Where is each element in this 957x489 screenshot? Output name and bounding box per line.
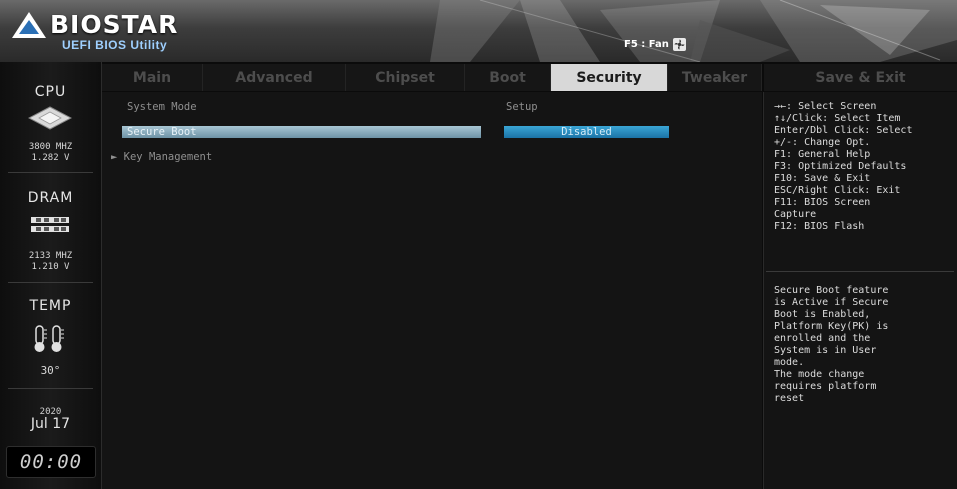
temp-title: TEMP <box>29 298 72 314</box>
divider <box>8 172 93 173</box>
system-mode-value: Setup <box>506 101 538 113</box>
help-description-line: Secure Boot feature <box>774 285 889 296</box>
help-description-line: is Active if Secure <box>774 297 889 308</box>
brand-subtitle: UEFI BIOS Utility <box>62 38 168 52</box>
help-key-line: F3: Optimized Defaults <box>774 161 907 172</box>
help-key-line: →←: Select Screen <box>774 101 877 112</box>
key-management-label: Key Management <box>123 151 213 163</box>
biostar-logo: BIOSTAR UEFI BIOS Utility <box>10 10 190 54</box>
fan-icon <box>672 37 686 51</box>
thermometer-icon <box>34 325 64 352</box>
help-description-line: requires platform <box>774 381 877 392</box>
help-key-line: F10: Save & Exit <box>774 173 871 184</box>
cpu-voltage: 1.282 V <box>31 153 70 163</box>
brand-name: BIOSTAR <box>50 10 179 39</box>
system-status-panel: CPU 3800 MHZ 1.282 V DRAM 2133 MHZ 1.210… <box>0 62 102 489</box>
clock-display: 00:00 <box>6 446 96 478</box>
cpu-chip-icon <box>28 106 72 130</box>
bios-header: BIOSTAR UEFI BIOS Utility F5 : Fan <box>0 0 957 62</box>
help-description-line: reset <box>774 393 805 404</box>
tab-main[interactable]: Main <box>102 64 203 91</box>
divider <box>8 388 93 389</box>
key-management-item[interactable]: ► Key Management <box>111 151 212 163</box>
tab-save-exit[interactable]: Save & Exit <box>764 64 957 91</box>
help-description-line: mode. <box>774 357 805 368</box>
temperature-value: 30° <box>40 364 61 377</box>
dram-module-icon <box>31 217 69 232</box>
help-description-line: enrolled and the <box>774 333 871 344</box>
help-key-line: F1: General Help <box>774 149 871 160</box>
secure-boot-value-select[interactable]: Disabled <box>504 126 669 138</box>
tab-advanced[interactable]: Advanced <box>203 64 346 91</box>
fan-hint-label: F5 : Fan <box>624 38 669 50</box>
main-tab-bar: Main Advanced Chipset Boot Security Twea… <box>102 64 762 91</box>
help-divider <box>766 271 954 272</box>
help-key-line: F12: BIOS Flash <box>774 221 865 232</box>
fan-shortcut-hint[interactable]: F5 : Fan <box>624 36 686 52</box>
help-key-line: +/-: Change Opt. <box>774 137 871 148</box>
tab-boot[interactable]: Boot <box>465 64 551 91</box>
biostar-triangle-icon <box>12 12 46 38</box>
secure-boot-label[interactable]: Secure Boot <box>127 126 197 138</box>
date-month-day: Jul 17 <box>30 416 71 432</box>
tab-security[interactable]: Security <box>551 64 668 91</box>
help-description-line: System is in User <box>774 345 877 356</box>
help-key-line: ↑↓/Click: Select Item <box>774 113 901 124</box>
help-description-line: Platform Key(PK) is <box>774 321 889 332</box>
tab-tweaker[interactable]: Tweaker <box>668 64 762 91</box>
help-key-line: Capture <box>774 209 817 220</box>
help-description-line: Boot is Enabled, <box>774 309 871 320</box>
dram-title: DRAM <box>27 190 74 206</box>
cpu-frequency: 3800 MHZ <box>28 142 73 152</box>
help-key-line: F11: BIOS Screen <box>774 197 871 208</box>
tab-chipset[interactable]: Chipset <box>346 64 465 91</box>
submenu-arrow-icon: ► <box>111 151 124 163</box>
divider <box>8 282 93 283</box>
system-mode-label: System Mode <box>127 101 197 113</box>
help-description-line: The mode change <box>774 369 865 380</box>
dram-voltage: 1.210 V <box>31 262 70 272</box>
help-key-line: Enter/Dbl Click: Select <box>774 125 913 136</box>
cpu-title: CPU <box>34 84 67 100</box>
help-key-line: ESC/Right Click: Exit <box>774 185 901 196</box>
dram-frequency: 2133 MHZ <box>28 251 73 261</box>
